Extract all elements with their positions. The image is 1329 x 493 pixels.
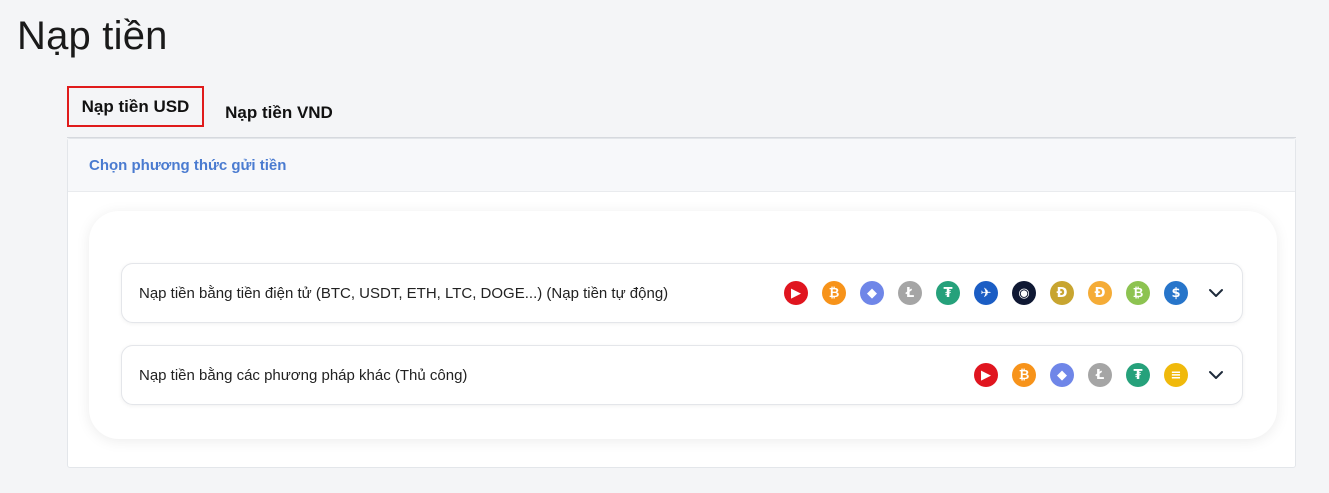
litecoin-icon: Ł — [898, 281, 922, 305]
tab-bar: Nạp tiền USD Nạp tiền VND — [67, 86, 1296, 138]
bitcoin-icon: ₿ — [1012, 363, 1036, 387]
bitcoin-icon: ₿ — [822, 281, 846, 305]
dai-icon: Ð — [1088, 281, 1112, 305]
panel-header: Chọn phương thức gửi tiền — [68, 139, 1295, 192]
page-title: Nạp tiền — [17, 14, 168, 58]
coin-icons: ▶ ₿ ◆ Ł ₮ ✈ ◉ Đ Ð ₿ $ — [784, 264, 1188, 322]
ethereum-icon: ◆ — [860, 281, 884, 305]
deposit-panel: Chọn phương thức gửi tiền Nạp tiền bằng … — [67, 138, 1296, 468]
binance-usd-icon: ≡ — [1164, 363, 1188, 387]
method-label: Nạp tiền bằng các phương pháp khác (Thủ … — [139, 366, 468, 384]
tron-icon: ▶ — [974, 363, 998, 387]
bitcoin-cash-icon: ₿ — [1126, 281, 1150, 305]
tab-vnd[interactable]: Nạp tiền VND — [215, 92, 343, 133]
tron-icon: ▶ — [784, 281, 808, 305]
usd-coin-icon: $ — [1164, 281, 1188, 305]
tab-usd[interactable]: Nạp tiền USD — [67, 86, 204, 127]
tether-icon: ₮ — [936, 281, 960, 305]
coin-icons: ▶ ₿ ◆ Ł ₮ ≡ — [974, 346, 1188, 404]
ethereum-icon: ◆ — [1050, 363, 1074, 387]
method-label: Nạp tiền bằng tiền điện tử (BTC, USDT, E… — [139, 284, 669, 302]
dogwifhat-icon: ✈ — [974, 281, 998, 305]
litecoin-icon: Ł — [1088, 363, 1112, 387]
method-other-manual[interactable]: Nạp tiền bằng các phương pháp khác (Thủ … — [121, 345, 1243, 405]
tether-icon: ₮ — [1126, 363, 1150, 387]
shiba-inu-icon: ◉ — [1012, 281, 1036, 305]
dogecoin-icon: Đ — [1050, 281, 1074, 305]
chevron-down-icon[interactable] — [1206, 365, 1226, 385]
chevron-down-icon[interactable] — [1206, 283, 1226, 303]
methods-card: Nạp tiền bằng tiền điện tử (BTC, USDT, E… — [89, 211, 1277, 439]
method-crypto-auto[interactable]: Nạp tiền bằng tiền điện tử (BTC, USDT, E… — [121, 263, 1243, 323]
